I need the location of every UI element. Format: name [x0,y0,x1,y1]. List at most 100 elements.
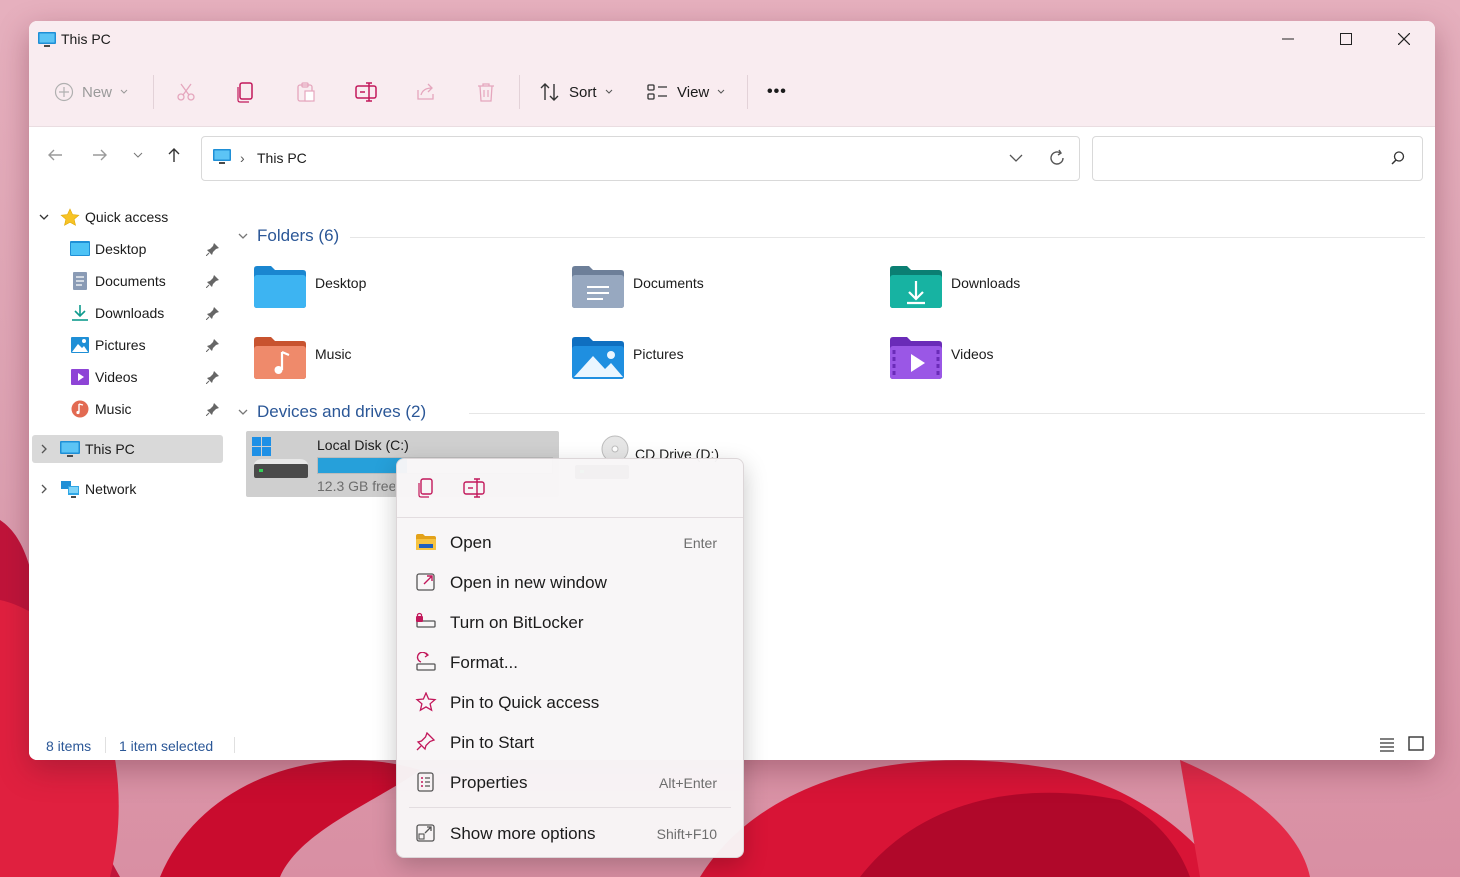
delete-button[interactable] [475,69,497,115]
context-rename-button[interactable] [460,473,490,503]
refresh-icon [1050,149,1064,165]
folder-tile-music[interactable]: Music [253,336,553,396]
menu-item-pin-quick-access[interactable]: Pin to Quick access [401,683,737,721]
this-pc-icon [60,441,80,457]
breadcrumb-this-pc[interactable]: This PC [257,150,307,166]
share-button[interactable] [415,69,437,115]
menu-item-label: Show more options [450,824,596,843]
sidebar-item-documents[interactable]: Documents [32,267,223,295]
menu-item-properties[interactable]: Properties Alt+Enter [401,763,737,801]
pictures-folder-icon [572,337,624,379]
menu-item-show-more-options[interactable]: Show more options Shift+F10 [401,814,737,852]
recent-locations-button[interactable] [124,141,152,169]
view-button[interactable]: View [647,69,725,115]
folder-name: Documents [633,275,704,291]
back-button[interactable] [41,141,69,169]
folders-section-header[interactable]: Folders (6) [237,224,339,248]
folder-tile-videos[interactable]: Videos [889,336,1189,396]
minimize-button[interactable] [1259,21,1317,57]
maximize-button[interactable] [1317,21,1375,57]
cut-button[interactable] [175,69,197,115]
details-view-button[interactable] [1379,736,1395,757]
clipboard-icon [297,82,315,102]
chevron-down-icon [120,89,128,94]
chevron-down-icon [39,214,49,220]
rename-icon [463,478,485,498]
folder-name: Downloads [951,275,1021,291]
folder-tile-downloads[interactable]: Downloads [889,265,1189,325]
breadcrumb-separator: › [240,150,245,166]
new-button[interactable]: New [54,69,128,115]
menu-item-shortcut: Alt+Enter [659,775,717,791]
more-options-button[interactable]: ••• [767,69,787,115]
view-layout-icon [647,84,667,100]
title-bar: This PC New Sort View ••• [29,21,1435,126]
music-folder-icon [254,337,306,379]
folder-tile-documents[interactable]: Documents [571,265,871,325]
more-options-icon [416,824,435,842]
pin-icon [206,403,219,416]
music-folder-icon [71,400,89,418]
folder-tile-desktop[interactable]: Desktop [253,265,553,325]
trash-icon [478,83,494,102]
drive-name: Local Disk (C:) [317,437,409,453]
copy-icon [237,82,253,103]
pin-icon [206,307,219,320]
sidebar-item-music[interactable]: Music [32,395,223,423]
folder-tile-pictures[interactable]: Pictures [571,336,871,396]
pin-icon [206,371,219,384]
menu-item-format[interactable]: Format... [401,643,737,681]
sidebar-item-desktop[interactable]: Desktop [32,235,223,263]
pin-icon [206,339,219,352]
search-input[interactable] [1092,136,1423,181]
desktop-folder-icon [70,241,90,256]
menu-item-pin-start[interactable]: Pin to Start [401,723,737,761]
sidebar-item-pictures[interactable]: Pictures [32,331,223,359]
menu-item-open-new-window[interactable]: Open in new window [401,563,737,601]
sidebar-item-videos[interactable]: Videos [32,363,223,391]
sidebar-item-label: Videos [95,369,138,385]
documents-folder-icon [73,272,87,290]
chevron-down-icon [238,233,248,239]
sidebar-item-network[interactable]: Network [32,475,223,503]
status-divider [105,737,106,753]
sidebar-item-label: Desktop [95,241,147,257]
drive-free-space: 12.3 GB free of 237 GB [317,478,395,494]
context-copy-button[interactable] [411,473,441,503]
maximize-icon [1340,33,1352,45]
toolbar-divider [153,75,154,109]
paste-button[interactable] [295,69,317,115]
sidebar-item-label: Music [95,401,132,417]
close-button[interactable] [1375,21,1433,57]
menu-item-open[interactable]: Open Enter [401,523,737,561]
more-dots-icon: ••• [767,83,787,100]
arrow-right-icon [93,149,107,161]
close-icon [1398,33,1410,45]
sidebar-item-this-pc[interactable]: This PC [32,435,223,463]
bitlocker-icon [416,612,436,628]
forward-button[interactable] [86,141,114,169]
new-label: New [82,83,113,101]
address-bar[interactable]: › This PC [201,136,1080,181]
rename-button[interactable] [355,69,379,115]
tiles-view-button[interactable] [1408,736,1424,757]
this-pc-icon [38,32,56,47]
properties-icon [417,772,434,792]
star-icon [415,692,437,712]
sort-button[interactable]: Sort [539,69,613,115]
sidebar-item-downloads[interactable]: Downloads [32,299,223,327]
address-history-button[interactable] [1008,148,1024,173]
downloads-folder-icon [890,266,942,308]
drives-section-header[interactable]: Devices and drives (2) [237,400,426,424]
copy-button[interactable] [235,69,257,115]
chevron-down-icon [605,89,612,94]
chevron-down-icon [1009,154,1023,162]
navigation-pane: Quick access Desktop Documents Downloads… [29,187,227,727]
pin-icon [206,275,219,288]
menu-item-shortcut: Shift+F10 [656,826,717,842]
sidebar-item-quick-access[interactable]: Quick access [32,203,223,231]
menu-item-bitlocker[interactable]: Turn on BitLocker [401,603,737,641]
up-button[interactable] [160,141,188,169]
refresh-button[interactable] [1047,148,1067,173]
folder-name: Music [315,346,352,362]
